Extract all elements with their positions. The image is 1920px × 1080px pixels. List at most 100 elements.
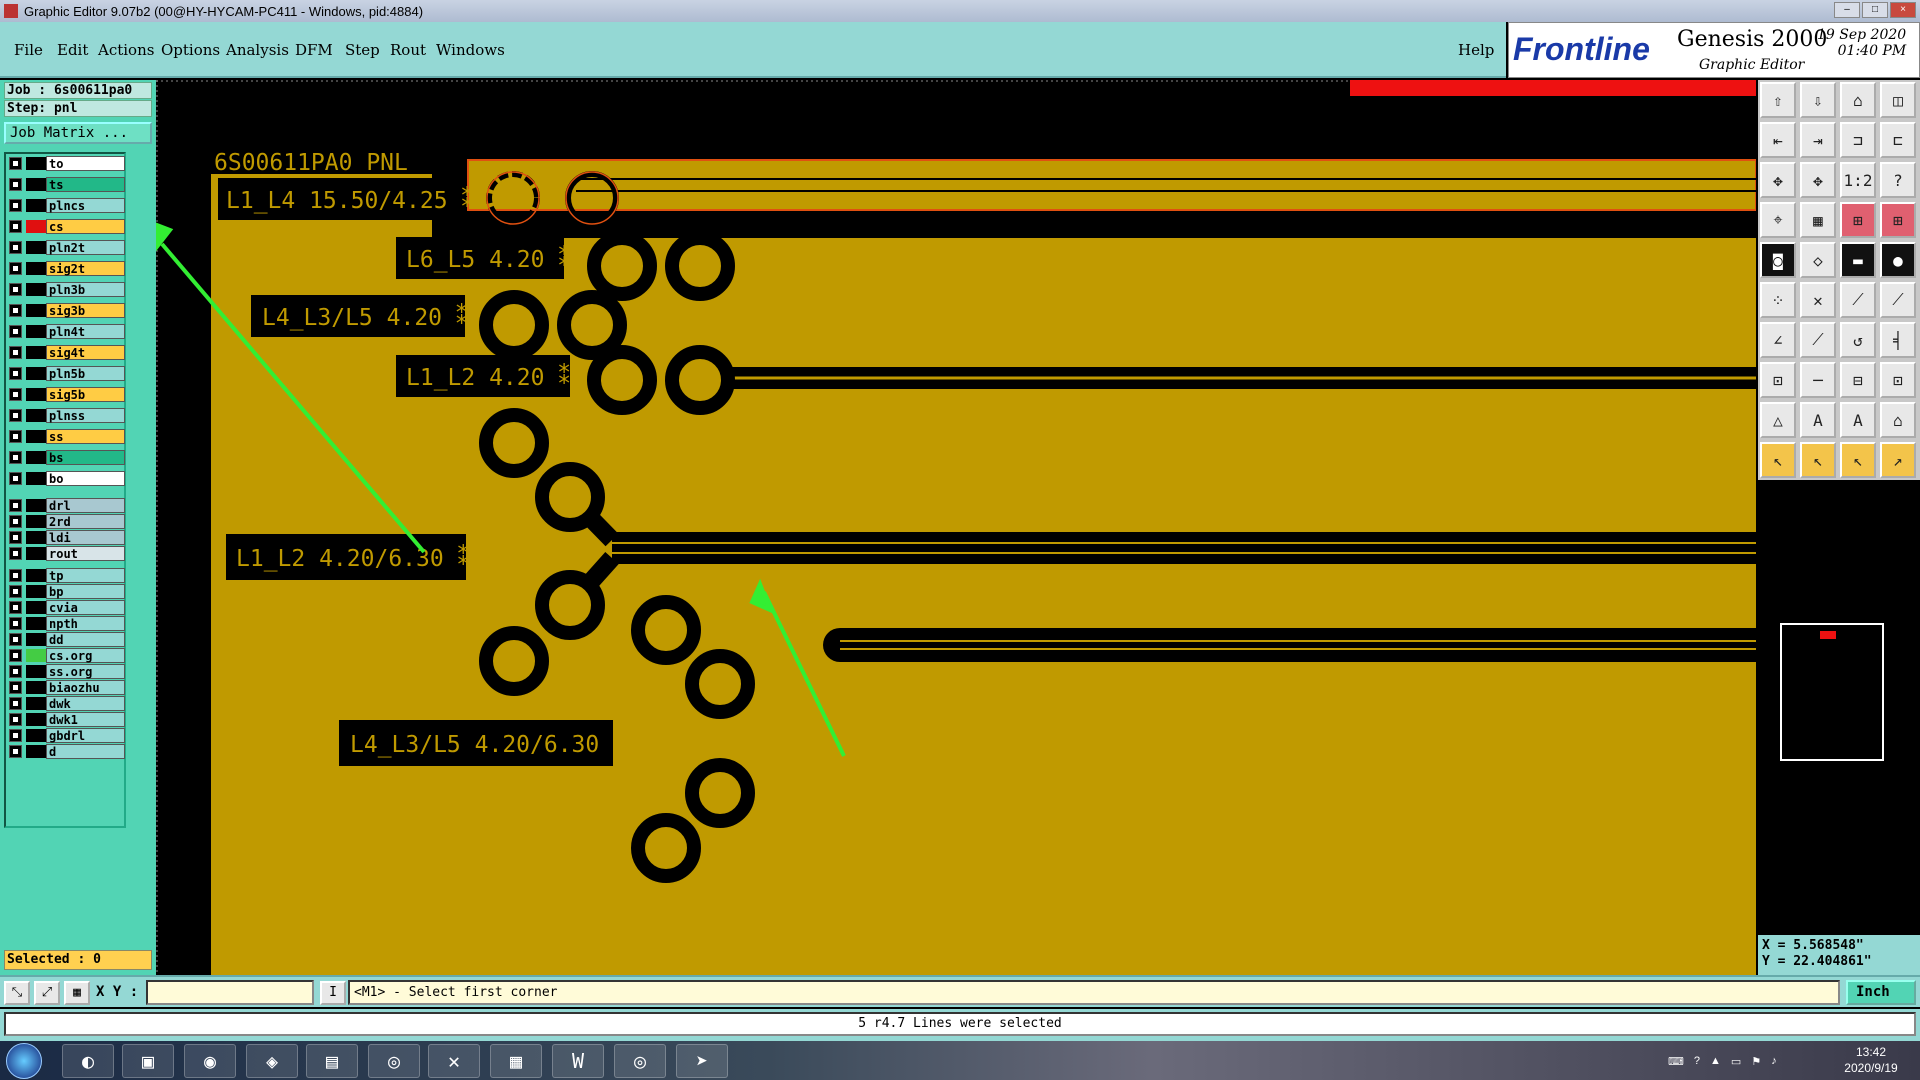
grid-icon[interactable]: ▦	[64, 981, 90, 1005]
angle-icon[interactable]: ∠	[1760, 322, 1796, 358]
layer-name[interactable]: cs.org	[46, 648, 125, 663]
overview-map[interactable]	[1780, 623, 1884, 761]
tray-flag-icon[interactable]: ⚑	[1751, 1055, 1761, 1068]
triangle-icon[interactable]: △	[1760, 402, 1796, 438]
layer-row-bs[interactable]: bs	[9, 450, 125, 465]
taskbar-app-green-icon[interactable]: ◈	[246, 1044, 298, 1078]
xy-input[interactable]	[146, 980, 314, 1005]
close-button[interactable]: ×	[1890, 2, 1916, 18]
layer-checkbox[interactable]	[9, 262, 22, 275]
job-matrix-button[interactable]: Job Matrix ...	[4, 122, 152, 144]
layer-checkbox[interactable]	[9, 178, 22, 191]
zoom-half-icon[interactable]: 1:2	[1840, 162, 1876, 198]
layer-row-plnss[interactable]: plnss	[9, 408, 125, 423]
text-cursor-icon[interactable]: I	[320, 981, 346, 1005]
tray-expand-icon[interactable]: ▲	[1710, 1055, 1721, 1067]
menu-rout[interactable]: Rout	[390, 41, 426, 59]
layer-checkbox[interactable]	[9, 515, 22, 528]
layer-name[interactable]: 2rd	[46, 514, 125, 529]
layer-name[interactable]: pln4t	[46, 324, 125, 339]
layer-row-tp[interactable]: tp	[9, 568, 125, 583]
layer-name[interactable]: drl	[46, 498, 125, 513]
tray-keyboard-icon[interactable]: ⌨	[1668, 1055, 1684, 1068]
layer-checkbox[interactable]	[9, 325, 22, 338]
layer-checkbox[interactable]	[9, 585, 22, 598]
pointer-4-icon[interactable]: ↗	[1880, 442, 1916, 478]
layer-row-drl[interactable]: drl	[9, 498, 125, 513]
layer-name[interactable]: plnss	[46, 408, 125, 423]
menu-actions[interactable]: Actions	[98, 41, 154, 59]
taskbar-excel-icon[interactable]: ▦	[490, 1044, 542, 1078]
zoom-area-icon[interactable]: ⤡	[4, 981, 30, 1005]
taskbar-eye2-icon[interactable]: ◎	[614, 1044, 666, 1078]
layer-checkbox[interactable]	[9, 220, 22, 233]
move-right-icon[interactable]: ⇥	[1800, 122, 1836, 158]
layer-checkbox[interactable]	[9, 472, 22, 485]
align-icon[interactable]: ╡	[1880, 322, 1916, 358]
layer-checkbox[interactable]	[9, 681, 22, 694]
layer-name[interactable]: ss	[46, 429, 125, 444]
layer-name[interactable]: pln3b	[46, 282, 125, 297]
filter-red-2-icon[interactable]: ⊞	[1880, 202, 1916, 238]
tray-volume-icon[interactable]: ♪	[1771, 1055, 1777, 1067]
horizontal-icon[interactable]: ─	[1800, 362, 1836, 398]
layer-checkbox[interactable]	[9, 547, 22, 560]
layer-row-ts[interactable]: ts	[9, 177, 125, 192]
layer-name[interactable]: d	[46, 744, 125, 759]
measure-icon[interactable]: ⊟	[1840, 362, 1876, 398]
layer-checkbox[interactable]	[9, 617, 22, 630]
layer-checkbox[interactable]	[9, 199, 22, 212]
layer-row-bp[interactable]: bp	[9, 584, 125, 599]
layer-name[interactable]: sig2t	[46, 261, 125, 276]
menu-step[interactable]: Step	[345, 41, 380, 59]
move-left-icon[interactable]: ⇤	[1760, 122, 1796, 158]
zoom-in-icon[interactable]: ⊐	[1840, 122, 1876, 158]
nodes-icon[interactable]: ⁘	[1760, 282, 1796, 318]
arc-icon[interactable]: ⌂	[1880, 402, 1916, 438]
taskbar-eye-icon[interactable]: ◎	[368, 1044, 420, 1078]
text-a-2-icon[interactable]: A	[1840, 402, 1876, 438]
menu-file[interactable]: File	[14, 41, 43, 59]
layer-row-cs-org[interactable]: cs.org	[9, 648, 125, 663]
layer-name[interactable]: npth	[46, 616, 125, 631]
start-button[interactable]	[6, 1043, 42, 1079]
grid-icon[interactable]: ▦	[1800, 202, 1836, 238]
pcb-view[interactable]: 6S00611PA0 PNL L1_L4 15.50/4.25 ⁑ L6_L5 …	[156, 80, 1756, 975]
layer-name[interactable]: ss.org	[46, 664, 125, 679]
connect-2-icon[interactable]: ⟋	[1880, 282, 1916, 318]
layer-name[interactable]: sig4t	[46, 345, 125, 360]
layer-row-pln5b[interactable]: pln5b	[9, 366, 125, 381]
layer-name[interactable]: pln5b	[46, 366, 125, 381]
layer-name[interactable]: rout	[46, 546, 125, 561]
layer-name[interactable]: cvia	[46, 600, 125, 615]
line-icon[interactable]: ⟋	[1800, 322, 1836, 358]
layer-row-npth[interactable]: npth	[9, 616, 125, 631]
taskbar-shell-icon[interactable]: ◐	[62, 1044, 114, 1078]
layer-checkbox[interactable]	[9, 531, 22, 544]
layer-row-ss[interactable]: ss	[9, 429, 125, 444]
minimize-button[interactable]: –	[1834, 2, 1860, 18]
layer-checkbox[interactable]	[9, 241, 22, 254]
layer-checkbox[interactable]	[9, 346, 22, 359]
taskbar-app-red-icon[interactable]: ◉	[184, 1044, 236, 1078]
layer-checkbox[interactable]	[9, 729, 22, 742]
layer-row-to[interactable]: to	[9, 156, 125, 171]
layer-checkbox[interactable]	[9, 569, 22, 582]
layer-checkbox[interactable]	[9, 388, 22, 401]
layer-checkbox[interactable]	[9, 601, 22, 614]
layer-row-dwk[interactable]: dwk	[9, 696, 125, 711]
layer-row-gbdrl[interactable]: gbdrl	[9, 728, 125, 743]
layer-name[interactable]: cs	[46, 219, 125, 234]
menu-edit[interactable]: Edit	[57, 41, 88, 59]
shape-icon[interactable]: ◇	[1800, 242, 1836, 278]
layer-row-ldi[interactable]: ldi	[9, 530, 125, 545]
tray-help-icon[interactable]: ?	[1694, 1055, 1700, 1067]
camera-icon[interactable]: ◙	[1760, 242, 1796, 278]
layer-name[interactable]: dwk1	[46, 712, 125, 727]
zoom-out-icon[interactable]: ⊏	[1880, 122, 1916, 158]
layer-name[interactable]: dwk	[46, 696, 125, 711]
layer-row-sig2t[interactable]: sig2t	[9, 261, 125, 276]
transform-icon[interactable]: ⊡	[1880, 362, 1916, 398]
rotate-icon[interactable]: ↺	[1840, 322, 1876, 358]
layer-row-rout[interactable]: rout	[9, 546, 125, 561]
